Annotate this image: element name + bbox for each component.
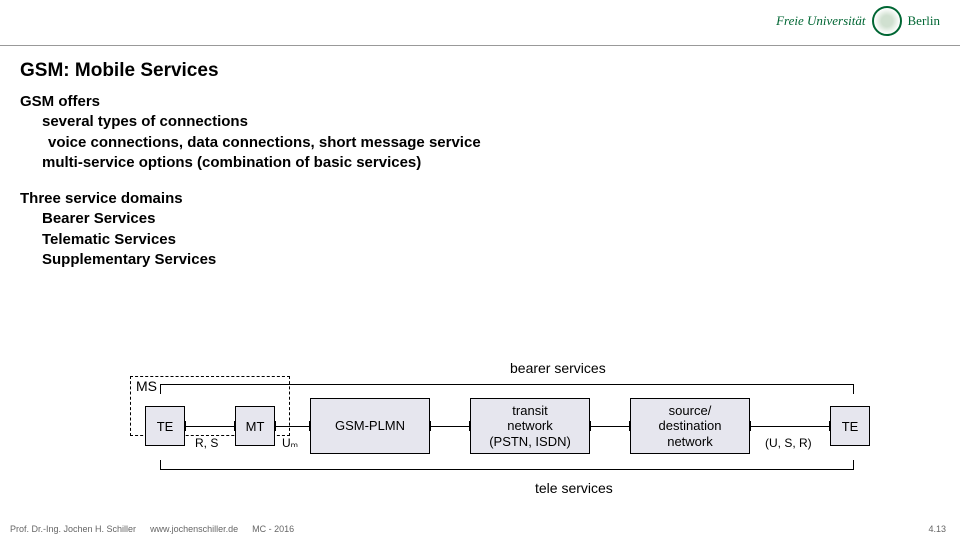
page-title: GSM: Mobile Services [20,60,219,82]
seal-icon [872,6,902,36]
conn-plmn-transit [430,426,470,427]
footer: Prof. Dr.-Ing. Jochen H. Schiller www.jo… [10,524,294,534]
body-text: GSM offers several types of connections … [20,92,481,270]
bearer-services-label: bearer services [510,360,606,376]
te-left-label: TE [157,419,174,434]
footer-site: www.jochenschiller.de [150,524,238,534]
line-conn-list: voice connections, data connections, sho… [20,133,481,153]
conn-te-mt [185,426,235,427]
transit-label: transit network (PSTN, ISDN) [489,403,571,450]
logo: Freie Universität Berlin [776,6,940,36]
mt-box: MT [235,406,275,446]
line-conn-types: several types of connections [20,112,481,132]
te-right-box: TE [830,406,870,446]
university-name: Freie Universität [776,13,865,29]
conn-transit-srcdst [590,426,630,427]
transit-box: transit network (PSTN, ISDN) [470,398,590,454]
te-right-label: TE [842,419,859,434]
iface-rs: R, S [195,436,218,450]
te-left-box: TE [145,406,185,446]
line-domains: Three service domains [20,189,481,209]
iface-usr: (U, S, R) [765,436,812,450]
mt-label: MT [246,419,265,434]
gsm-plmn-label: GSM-PLMN [335,418,405,434]
line-telematic: Telematic Services [20,230,481,250]
footer-page: 4.13 [928,524,946,534]
line-bearer: Bearer Services [20,209,481,229]
line-supplementary: Supplementary Services [20,250,481,270]
ms-label: MS [136,378,157,394]
diagram: bearer services MS TE MT R, S Uₘ GSM-PLM… [130,360,930,520]
header-bar: Freie Universität Berlin [0,0,960,46]
footer-course: MC - 2016 [252,524,294,534]
conn-mt-plmn [275,426,310,427]
line-gsm-offers: GSM offers [20,92,481,112]
city-name: Berlin [908,13,941,29]
srcdst-box: source/ destination network [630,398,750,454]
footer-author: Prof. Dr.-Ing. Jochen H. Schiller [10,524,136,534]
srcdst-label: source/ destination network [659,403,722,450]
conn-srcdst-te [750,426,830,427]
iface-um: Uₘ [282,436,298,450]
line-multisvc: multi-service options (combination of ba… [20,153,481,173]
tele-services-label: tele services [535,480,613,496]
tele-bracket [160,460,854,470]
gsm-plmn-box: GSM-PLMN [310,398,430,454]
